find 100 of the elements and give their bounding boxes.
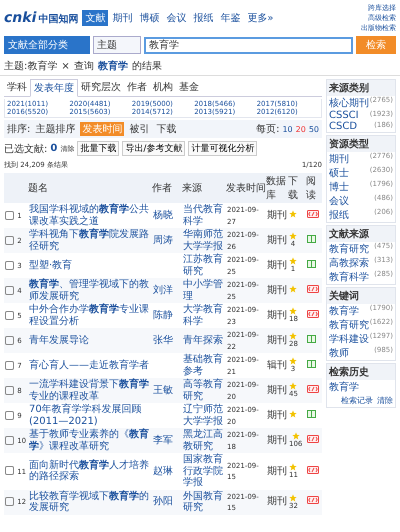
column-header[interactable]: 阅读: [306, 173, 322, 203]
article-title[interactable]: 学科视角下教育学院发展路径研究: [29, 229, 151, 252]
row-checkbox[interactable]: [5, 336, 14, 345]
facet-item[interactable]: 教师: [329, 346, 349, 360]
nav-tab[interactable]: 更多»: [244, 10, 276, 26]
search-field[interactable]: 教育学: [144, 36, 353, 54]
per-page-option[interactable]: 10: [282, 124, 293, 134]
source-link[interactable]: 高等教育研究: [183, 379, 225, 402]
source-link[interactable]: 当代教育科学: [183, 204, 225, 227]
source-link[interactable]: 华南师范大学学报: [183, 229, 225, 252]
facet-item[interactable]: 核心期刊: [329, 96, 369, 110]
article-title[interactable]: 面向新时代教育学人才培养的路径探索: [29, 460, 151, 483]
article-title[interactable]: 一流学科建设背景下教育学专业的课程改革: [29, 379, 151, 402]
column-header[interactable]: 发表时间: [226, 173, 266, 203]
column-header[interactable]: 数据库: [266, 173, 288, 203]
field-dropdown[interactable]: 主题: [93, 36, 141, 54]
facet-item[interactable]: 高教探索: [329, 256, 369, 270]
row-checkbox[interactable]: [5, 497, 14, 506]
html-icon[interactable]: [307, 210, 319, 218]
row-checkbox[interactable]: [5, 410, 14, 420]
group-tab[interactable]: 发表年度: [30, 79, 78, 97]
source-link[interactable]: 江苏教育研究: [183, 254, 225, 277]
row-checkbox[interactable]: [5, 236, 14, 245]
html-icon[interactable]: [307, 466, 319, 474]
source-link[interactable]: 辽宁师范大学学报: [183, 404, 225, 427]
facet-item[interactable]: 硕士: [329, 166, 349, 180]
facet-item[interactable]: CSSCI: [329, 110, 359, 121]
per-page-option[interactable]: 20: [296, 124, 306, 134]
toolbar-button[interactable]: 批量下载: [77, 141, 120, 156]
sort-option[interactable]: 下载: [154, 122, 178, 136]
article-title[interactable]: 我国学科视域的教育学公共课改革实践之道: [29, 204, 151, 227]
source-link[interactable]: 基础教育参考: [183, 354, 225, 377]
facet-item[interactable]: 教育学: [329, 304, 359, 318]
logo-text[interactable]: 中国知网: [38, 12, 78, 26]
row-checkbox[interactable]: [5, 286, 14, 295]
article-title[interactable]: 中外合作办学教育学专业课程设置分析: [29, 304, 151, 327]
facet-item[interactable]: 博士: [329, 180, 349, 194]
facet-item[interactable]: 学科建设: [329, 332, 369, 346]
nav-tab[interactable]: 文献: [82, 10, 108, 26]
remove-filter[interactable]: ×: [61, 60, 70, 72]
column-header[interactable]: 来源: [182, 173, 226, 203]
book-icon[interactable]: [307, 360, 316, 368]
article-title[interactable]: 比较教育学视域下教育学的发展研究: [29, 490, 151, 514]
toolbar-button[interactable]: 导出/参考文献: [122, 141, 186, 156]
row-checkbox[interactable]: [5, 260, 14, 270]
facet-item[interactable]: 报纸: [329, 208, 349, 222]
group-tab[interactable]: 研究层次: [78, 79, 124, 96]
book-icon[interactable]: [307, 334, 316, 343]
facet-item[interactable]: 教育研究: [329, 318, 369, 332]
facet-item[interactable]: 期刊: [329, 152, 349, 166]
source-link[interactable]: 黑龙江高教研究: [183, 429, 225, 452]
row-checkbox[interactable]: [5, 386, 14, 395]
row-checkbox[interactable]: [5, 436, 14, 445]
article-title[interactable]: 教育学、管理学视域下的教师发展研究: [29, 279, 151, 302]
nav-tab[interactable]: 博硕: [136, 10, 162, 26]
category-dropdown[interactable]: 文献全部分类: [4, 36, 90, 54]
facet-item[interactable]: 会议: [329, 194, 349, 208]
author-link[interactable]: 杨晓: [153, 210, 181, 222]
author-link[interactable]: 赵琳: [153, 466, 181, 477]
group-tab[interactable]: 作者: [124, 79, 150, 96]
html-icon[interactable]: [307, 284, 319, 293]
row-checkbox[interactable]: [5, 360, 14, 370]
facet-item[interactable]: CSCD: [329, 121, 358, 132]
article-title[interactable]: 70年教育学学科发展回顾(2011—2021): [29, 404, 151, 427]
nav-tab[interactable]: 报纸: [190, 10, 216, 26]
history-item[interactable]: 教育学: [329, 380, 359, 394]
history-action[interactable]: 清除: [377, 395, 393, 406]
book-icon[interactable]: [307, 260, 316, 268]
sort-option[interactable]: 被引: [127, 122, 152, 136]
html-icon[interactable]: [307, 384, 319, 393]
row-checkbox[interactable]: [5, 210, 14, 220]
source-link[interactable]: 国家教育行政学院学报: [183, 454, 225, 488]
source-link[interactable]: 大学教育科学: [183, 304, 225, 327]
article-title[interactable]: 育心育人——走近教育学者: [29, 360, 151, 372]
nav-tab[interactable]: 期刊: [109, 10, 136, 26]
column-header[interactable]: 作者: [152, 173, 182, 203]
sort-option[interactable]: 主题排序: [33, 122, 78, 136]
article-title[interactable]: 基于教师专业素养的《教育学》课程改革研究: [29, 429, 151, 452]
toolbar-button[interactable]: 计量可视化分析: [188, 141, 258, 156]
facet-item[interactable]: 教育研究: [329, 242, 369, 256]
html-icon[interactable]: [307, 310, 319, 318]
source-link[interactable]: 外国教育研究: [183, 490, 225, 514]
nav-tab[interactable]: 年鉴: [217, 10, 244, 26]
group-tab[interactable]: 学科: [4, 79, 30, 96]
book-icon[interactable]: [307, 234, 316, 243]
logo-latin[interactable]: cnki: [4, 10, 36, 26]
group-tab[interactable]: 基金: [176, 79, 202, 96]
facet-item[interactable]: 教育科学: [329, 270, 369, 284]
article-title[interactable]: 型塑·教育: [29, 260, 151, 272]
html-icon[interactable]: [307, 434, 319, 443]
author-link[interactable]: 陈静: [153, 310, 181, 322]
column-header[interactable]: 题名: [28, 173, 152, 203]
html-icon[interactable]: [307, 496, 319, 504]
source-link[interactable]: 中小学管理: [183, 279, 225, 302]
book-icon[interactable]: [307, 410, 316, 418]
nav-tab[interactable]: 会议: [163, 10, 190, 26]
group-tab[interactable]: 机构: [150, 79, 176, 96]
column-header[interactable]: 下载: [288, 173, 306, 203]
per-page-option[interactable]: 50: [308, 124, 319, 134]
row-checkbox[interactable]: [5, 310, 14, 320]
